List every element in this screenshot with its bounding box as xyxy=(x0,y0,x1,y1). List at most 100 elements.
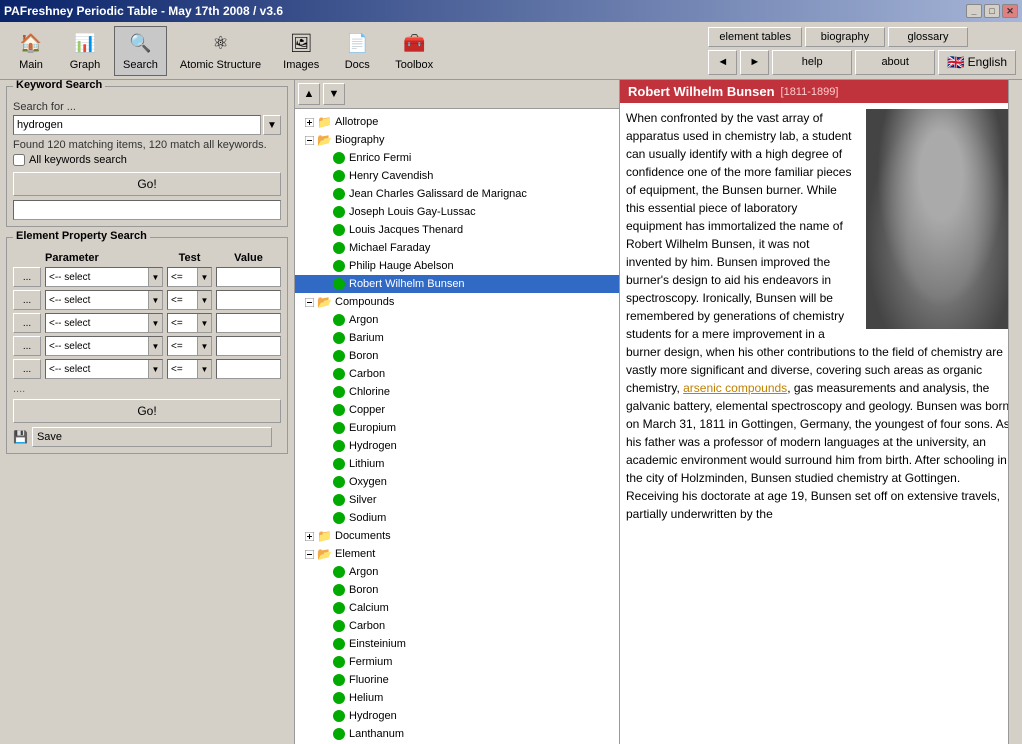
maximize-button[interactable]: □ xyxy=(984,4,1000,18)
prop-select-2[interactable]: <-- select ▼ xyxy=(45,290,163,310)
toolbar-atomic[interactable]: ⚛ Atomic Structure xyxy=(171,26,270,76)
language-button[interactable]: 🇬🇧 English xyxy=(938,50,1016,75)
back-button[interactable]: ◄ xyxy=(708,50,737,75)
tree-item[interactable]: Barium xyxy=(295,329,619,347)
test-select-3[interactable]: <= ▼ xyxy=(167,313,212,333)
value-input-2[interactable] xyxy=(216,290,281,310)
prop-dropdown-arrow-2[interactable]: ▼ xyxy=(148,291,162,309)
prop-select-1[interactable]: <-- select ▼ xyxy=(45,267,163,287)
tree-down-button[interactable]: ▼ xyxy=(323,83,345,105)
prop-dots-2[interactable]: ... xyxy=(13,290,41,310)
tree-item[interactable]: Einsteinium xyxy=(295,635,619,653)
minimize-button[interactable]: _ xyxy=(966,4,982,18)
window-controls[interactable]: _ □ ✕ xyxy=(966,4,1018,18)
tree-item[interactable]: Carbon xyxy=(295,617,619,635)
test-select-4[interactable]: <= ▼ xyxy=(167,336,212,356)
prop-dots-4[interactable]: ... xyxy=(13,336,41,356)
language-label: English xyxy=(968,55,1007,69)
tree-item[interactable]: 📂Compounds xyxy=(295,293,619,311)
value-input-5[interactable] xyxy=(216,359,281,379)
tree-up-button[interactable]: ▲ xyxy=(298,83,320,105)
search-input[interactable] xyxy=(13,115,261,135)
test-arrow-3[interactable]: ▼ xyxy=(197,314,211,332)
arsenic-compounds-link[interactable]: arsenic compounds xyxy=(683,381,787,395)
keyword-go-button[interactable]: Go! xyxy=(13,172,281,196)
toolbar-search[interactable]: 🔍 Search xyxy=(114,26,167,76)
prop-dots-5[interactable]: ... xyxy=(13,359,41,379)
prop-dots-3[interactable]: ... xyxy=(13,313,41,333)
toolbar-graph-label: Graph xyxy=(70,59,101,71)
tree-item[interactable]: Helium xyxy=(295,689,619,707)
tree-item[interactable]: 📂Element xyxy=(295,545,619,563)
tree-item[interactable]: Henry Cavendish xyxy=(295,167,619,185)
tree-item[interactable]: Fermium xyxy=(295,653,619,671)
prop-row-4: ... <-- select ▼ <= ▼ xyxy=(13,336,281,356)
tree-item[interactable]: Argon xyxy=(295,311,619,329)
all-keywords-checkbox[interactable] xyxy=(13,154,25,166)
test-arrow-5[interactable]: ▼ xyxy=(197,360,211,378)
prop-dropdown-arrow-5[interactable]: ▼ xyxy=(148,360,162,378)
keyword-search-box2[interactable] xyxy=(13,200,281,220)
save-button[interactable]: Save xyxy=(32,427,272,447)
prop-select-3[interactable]: <-- select ▼ xyxy=(45,313,163,333)
search-dropdown-button[interactable]: ▼ xyxy=(263,115,281,135)
tree-item[interactable]: Enrico Fermi xyxy=(295,149,619,167)
tree-item[interactable]: Boron xyxy=(295,581,619,599)
close-button[interactable]: ✕ xyxy=(1002,4,1018,18)
element-tables-button[interactable]: element tables xyxy=(708,27,802,47)
biography-button[interactable]: biography xyxy=(805,27,885,47)
help-button[interactable]: help xyxy=(772,50,852,75)
prop-select-5[interactable]: <-- select ▼ xyxy=(45,359,163,379)
tree-item[interactable]: Boron xyxy=(295,347,619,365)
value-input-1[interactable] xyxy=(216,267,281,287)
right-scrollbar[interactable] xyxy=(1008,80,1022,744)
value-input-3[interactable] xyxy=(216,313,281,333)
tree-item[interactable]: Lithium xyxy=(295,455,619,473)
toolbar-graph[interactable]: 📊 Graph xyxy=(60,26,110,76)
tree-container[interactable]: 📁Allotrope📂BiographyEnrico FermiHenry Ca… xyxy=(295,109,619,744)
toolbar-toolbox[interactable]: 🧰 Toolbox xyxy=(386,26,442,76)
prop-select-4[interactable]: <-- select ▼ xyxy=(45,336,163,356)
toolbar-docs[interactable]: 📄 Docs xyxy=(332,26,382,76)
tree-item[interactable]: Europium xyxy=(295,419,619,437)
tree-item[interactable]: Fluorine xyxy=(295,671,619,689)
tree-item[interactable]: 📁Allotrope xyxy=(295,113,619,131)
tree-item[interactable]: Calcium xyxy=(295,599,619,617)
prop-dropdown-arrow-3[interactable]: ▼ xyxy=(148,314,162,332)
tree-item[interactable]: Oxygen xyxy=(295,473,619,491)
tree-item[interactable]: Argon xyxy=(295,563,619,581)
tree-item[interactable]: 📂Biography xyxy=(295,131,619,149)
test-select-2[interactable]: <= ▼ xyxy=(167,290,212,310)
tree-item[interactable]: Jean Charles Galissard de Marignac xyxy=(295,185,619,203)
tree-item[interactable]: Joseph Louis Gay-Lussac xyxy=(295,203,619,221)
test-arrow-4[interactable]: ▼ xyxy=(197,337,211,355)
test-select-5[interactable]: <= ▼ xyxy=(167,359,212,379)
tree-item[interactable]: Hydrogen xyxy=(295,437,619,455)
tree-item[interactable]: 📁Documents xyxy=(295,527,619,545)
test-arrow-1[interactable]: ▼ xyxy=(197,268,211,286)
value-input-4[interactable] xyxy=(216,336,281,356)
test-arrow-2[interactable]: ▼ xyxy=(197,291,211,309)
tree-item[interactable]: Silver xyxy=(295,491,619,509)
tree-item[interactable]: Chlorine xyxy=(295,383,619,401)
tree-item[interactable]: Copper xyxy=(295,401,619,419)
prop-dots-1[interactable]: ... xyxy=(13,267,41,287)
about-button[interactable]: about xyxy=(855,50,935,75)
prop-dropdown-arrow-4[interactable]: ▼ xyxy=(148,337,162,355)
tree-item[interactable]: Michael Faraday xyxy=(295,239,619,257)
prop-dropdown-arrow-1[interactable]: ▼ xyxy=(148,268,162,286)
tree-item[interactable]: Carbon xyxy=(295,365,619,383)
tree-item[interactable]: Louis Jacques Thenard xyxy=(295,221,619,239)
tree-item[interactable]: Philip Hauge Abelson xyxy=(295,257,619,275)
glossary-button[interactable]: glossary xyxy=(888,27,968,47)
expand-icon xyxy=(317,636,333,652)
toolbar-main[interactable]: 🏠 Main xyxy=(6,26,56,76)
tree-item[interactable]: Hydrogen xyxy=(295,707,619,725)
forward-button[interactable]: ► xyxy=(740,50,769,75)
tree-item[interactable]: Sodium xyxy=(295,509,619,527)
property-go-button[interactable]: Go! xyxy=(13,399,281,423)
tree-item[interactable]: Robert Wilhelm Bunsen xyxy=(295,275,619,293)
test-select-1[interactable]: <= ▼ xyxy=(167,267,212,287)
toolbar-images[interactable]: 🖼 Images xyxy=(274,26,328,76)
tree-item[interactable]: Lanthanum xyxy=(295,725,619,743)
